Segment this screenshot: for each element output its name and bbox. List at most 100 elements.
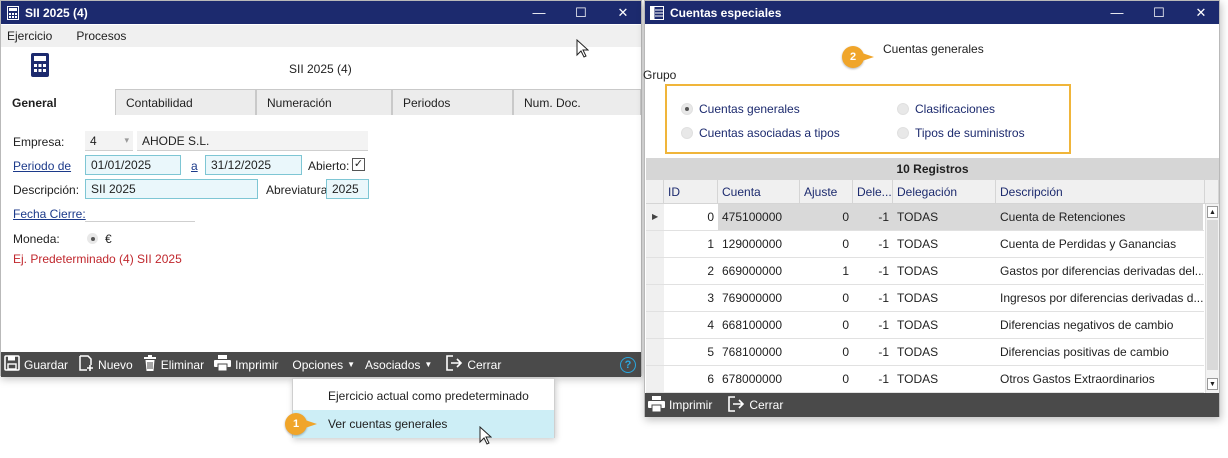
save-icon	[4, 355, 20, 374]
cell-delegacion: TODAS	[897, 318, 939, 332]
row-selector[interactable]: ▶	[646, 204, 664, 230]
menu-item-ver-cuentas-generales[interactable]: Ver cuentas generales	[293, 410, 554, 438]
cerrar-label: Cerrar	[467, 357, 502, 372]
menu-ejercicio[interactable]: Ejercicio	[0, 29, 60, 43]
caret-down-icon: ▼	[347, 360, 356, 369]
cerrar-button[interactable]: Cerrar	[723, 393, 788, 418]
column-header-dele[interactable]: Dele...	[853, 180, 893, 204]
radio-cuentas-generales[interactable]: Cuentas generales	[681, 102, 800, 116]
close-button[interactable]: ✕	[603, 1, 643, 24]
menu-item-ejercicio-predeterminado[interactable]: Ejercicio actual como predeterminado	[293, 382, 554, 410]
cerrar-button[interactable]: Cerrar	[441, 352, 506, 377]
cell-dele: -1	[878, 291, 889, 305]
table-row[interactable]: 1 129000000 0 -1 TODAS Cuenta de Perdidas y G…	[646, 231, 1204, 258]
empresa-code-value: 4	[90, 133, 97, 148]
fecha-cierre-field[interactable]	[85, 221, 195, 222]
moneda-radio[interactable]	[87, 233, 98, 244]
cell-id: 5	[707, 345, 714, 359]
table-row[interactable]: 6 678000000 0 -1 TODAS Otros Gastos Extraordi…	[646, 366, 1204, 393]
tab-contabilidad[interactable]: Contabilidad	[115, 89, 256, 115]
column-header-ajuste[interactable]: Ajuste	[800, 180, 853, 204]
row-selector[interactable]	[646, 285, 664, 311]
mouse-cursor-icon	[576, 38, 590, 61]
help-icon[interactable]: ?	[620, 357, 636, 373]
radio-tipos-suministros[interactable]: Tipos de suministros	[897, 126, 1025, 140]
row-selector[interactable]	[646, 258, 664, 284]
table-row[interactable]: 2 669000000 1 -1 TODAS Gastos por diferencias…	[646, 258, 1204, 285]
tab-periodos[interactable]: Periodos	[392, 89, 513, 115]
periodo-from-field[interactable]: 01/01/2025	[85, 155, 181, 175]
cell-delegacion: TODAS	[897, 291, 939, 305]
imprimir-label: Imprimir	[669, 398, 713, 412]
descripcion-field[interactable]: SII 2025	[85, 179, 258, 199]
scroll-down-icon[interactable]: ▼	[1207, 378, 1218, 390]
table-row[interactable]: 5 768100000 0 -1 TODAS Diferencias positivas …	[646, 339, 1204, 366]
app-calculator-icon	[7, 5, 19, 20]
cell-dele: -1	[878, 237, 889, 251]
radio-dot	[897, 103, 909, 115]
close-button[interactable]: ✕	[1181, 1, 1221, 24]
periodo-to-link[interactable]: a	[191, 159, 198, 173]
opciones-button[interactable]: Opciones ▼	[287, 352, 360, 377]
row-selector[interactable]	[646, 339, 664, 365]
maximize-button[interactable]: ☐	[561, 1, 601, 24]
radio-cuentas-asociadas[interactable]: Cuentas asociadas a tipos	[681, 126, 840, 140]
table-row[interactable]: 3 769000000 0 -1 TODAS Ingresos por diferenci…	[646, 285, 1204, 312]
asociados-button[interactable]: Asociados ▼	[360, 352, 437, 377]
abierto-checkbox[interactable]: ✓	[352, 158, 365, 171]
tab-num-doc[interactable]: Num. Doc.	[513, 89, 641, 115]
radio-label: Cuentas asociadas a tipos	[699, 126, 840, 140]
bottom-toolbar: Imprimir Cerrar	[645, 393, 1219, 417]
cell-ajuste: 0	[842, 318, 849, 332]
column-header-id[interactable]: ID	[664, 180, 718, 204]
scroll-thumb[interactable]	[1207, 220, 1218, 370]
minimize-button[interactable]: —	[1097, 1, 1137, 24]
periodo-label[interactable]: Periodo de	[13, 159, 71, 173]
column-header-descripcion[interactable]: Descripción	[996, 180, 1205, 204]
header-title: SII 2025 (4)	[289, 62, 352, 76]
imprimir-button[interactable]: Imprimir	[645, 393, 717, 418]
table-row[interactable]: ▶ 0 475100000 0 -1 TODAS Cuenta de Retenciones	[646, 204, 1204, 231]
guardar-button[interactable]: Guardar	[1, 352, 73, 377]
window-title: SII 2025 (4)	[25, 5, 88, 20]
fecha-cierre-label[interactable]: Fecha Cierre:	[13, 207, 86, 221]
tab-general[interactable]: General	[1, 89, 115, 115]
records-count: 10 Registros	[646, 158, 1219, 180]
minimize-button[interactable]: —	[519, 1, 559, 24]
table-row[interactable]: 4 668100000 0 -1 TODAS Diferencias negativos …	[646, 312, 1204, 339]
printer-icon	[214, 355, 232, 374]
current-row-icon: ▶	[652, 212, 659, 221]
periodo-to-field[interactable]: 31/12/2025	[205, 155, 302, 175]
mouse-cursor-icon	[479, 425, 493, 448]
eliminar-button[interactable]: Eliminar	[138, 352, 209, 377]
empresa-code-select[interactable]: 4 ▾	[85, 131, 133, 151]
sii-window: SII 2025 (4) — ☐ ✕ Ejercicio Procesos SI…	[0, 0, 643, 377]
menu-procesos[interactable]: Procesos	[68, 29, 134, 43]
abierto-label: Abierto:	[308, 159, 350, 173]
radio-clasificaciones[interactable]: Clasificaciones	[897, 102, 995, 116]
callout-badge-2: 2	[842, 46, 874, 68]
moneda-value: €	[105, 232, 112, 246]
cell-id: 3	[707, 291, 714, 305]
tab-numeracion[interactable]: Numeración	[256, 89, 392, 115]
row-selector[interactable]	[646, 366, 664, 392]
scroll-up-icon[interactable]: ▲	[1207, 206, 1218, 218]
maximize-button[interactable]: ☐	[1139, 1, 1179, 24]
row-selector[interactable]	[646, 231, 664, 257]
cell-cuenta: 769000000	[722, 291, 783, 305]
column-header-cuenta[interactable]: Cuenta	[718, 180, 800, 204]
row-selector[interactable]	[646, 312, 664, 338]
nuevo-button[interactable]: Nuevo	[73, 352, 138, 377]
column-header-delegacion[interactable]: Delegación	[893, 180, 996, 204]
bottom-toolbar: Guardar Nuevo Eliminar Imprimir Opciones…	[1, 352, 641, 377]
vertical-scrollbar[interactable]: ▲ ▼	[1205, 204, 1219, 393]
cell-cuenta: 678000000	[722, 372, 783, 386]
callout-badge-1: 1	[285, 413, 317, 435]
cell-id: 1	[707, 237, 714, 251]
imprimir-label: Imprimir	[235, 357, 279, 372]
grupo-radio-group: Cuentas generales Clasificaciones Cuenta…	[665, 84, 1071, 154]
exit-icon	[728, 395, 745, 415]
printer-icon	[648, 395, 665, 415]
imprimir-button[interactable]: Imprimir	[209, 352, 283, 377]
abreviatura-field[interactable]: 2025	[326, 179, 369, 199]
